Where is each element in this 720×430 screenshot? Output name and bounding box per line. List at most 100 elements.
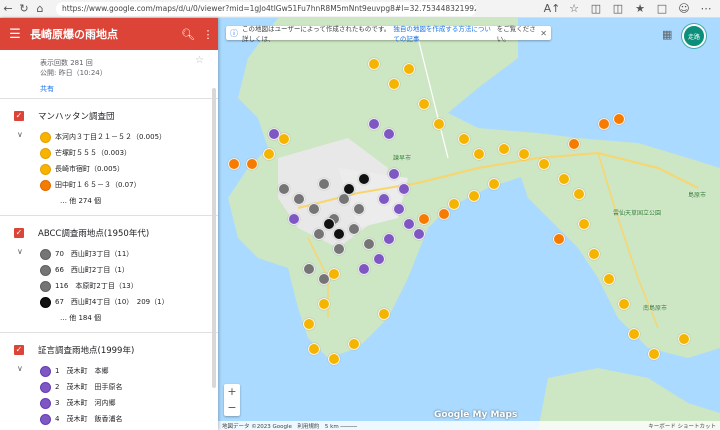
map-marker[interactable] bbox=[368, 58, 380, 70]
list-item[interactable]: 67 西山町4丁目（10） 209（1） bbox=[0, 294, 218, 310]
more-items-link[interactable]: … 他 274 個 bbox=[0, 193, 218, 209]
list-item[interactable]: ∨ 本河内３丁目２１－５２（0.005） bbox=[0, 129, 218, 145]
map-marker[interactable] bbox=[598, 118, 610, 130]
map-marker[interactable] bbox=[363, 238, 375, 250]
list-item[interactable]: 長崎市宿町（0.005） bbox=[0, 161, 218, 177]
list-item[interactable]: 66 西山町2丁目（1） bbox=[0, 262, 218, 278]
layer-checkbox[interactable]: ✓ bbox=[14, 345, 24, 355]
map-marker[interactable] bbox=[228, 158, 240, 170]
address-bar[interactable]: https://www.google.com/maps/d/u/0/viewer… bbox=[56, 1, 476, 16]
menu-icon[interactable]: ☰ bbox=[0, 27, 30, 42]
zoom-in-button[interactable]: + bbox=[224, 384, 240, 400]
extensions-icon[interactable]: ◫ bbox=[588, 1, 604, 17]
more-items-link[interactable]: … 他 184 個 bbox=[0, 310, 218, 326]
chevron-down-icon[interactable]: ∨ bbox=[17, 364, 23, 373]
map-marker[interactable] bbox=[613, 113, 625, 125]
map-marker[interactable] bbox=[413, 228, 425, 240]
map-marker[interactable] bbox=[268, 128, 280, 140]
layer-checkbox[interactable]: ✓ bbox=[14, 111, 24, 121]
map-marker[interactable] bbox=[358, 263, 370, 275]
map-canvas[interactable]: 雲仙天草国立公園 島原市 南島原市 諫早市 ⓘ この地図はユーザーによって作成さ… bbox=[218, 18, 720, 430]
map-marker[interactable] bbox=[448, 198, 460, 210]
map-marker[interactable] bbox=[518, 148, 530, 160]
map-marker[interactable] bbox=[403, 218, 415, 230]
map-marker[interactable] bbox=[603, 273, 615, 285]
map-marker[interactable] bbox=[473, 148, 485, 160]
map-marker[interactable] bbox=[278, 183, 290, 195]
keyboard-shortcuts-link[interactable]: キーボード ショートカット bbox=[648, 422, 720, 430]
map-marker[interactable] bbox=[538, 158, 550, 170]
map-marker[interactable] bbox=[388, 168, 400, 180]
map-marker[interactable] bbox=[246, 158, 258, 170]
list-item[interactable]: 芒塚町５５５（0.003） bbox=[0, 145, 218, 161]
chevron-down-icon[interactable]: ∨ bbox=[17, 247, 23, 256]
map-marker[interactable] bbox=[318, 273, 330, 285]
list-item[interactable]: 田中町１６５－３（0.07） bbox=[0, 177, 218, 193]
map-marker[interactable] bbox=[618, 298, 630, 310]
map-marker[interactable] bbox=[458, 133, 470, 145]
reload-icon[interactable]: ↻ bbox=[16, 1, 32, 17]
map-marker[interactable] bbox=[588, 248, 600, 260]
map-marker[interactable] bbox=[388, 78, 400, 90]
list-item[interactable]: 2 茂木町 田手原名 bbox=[0, 379, 218, 395]
map-marker[interactable] bbox=[308, 343, 320, 355]
map-marker[interactable] bbox=[398, 183, 410, 195]
map-marker[interactable] bbox=[358, 173, 370, 185]
map-marker[interactable] bbox=[303, 318, 315, 330]
map-marker[interactable] bbox=[553, 233, 565, 245]
layer-checkbox[interactable]: ✓ bbox=[14, 228, 24, 238]
help-link[interactable]: 独自の地図を作成する方法についての記事 bbox=[393, 23, 496, 43]
list-item[interactable]: 3 茂木町 河内郷 bbox=[0, 395, 218, 411]
map-marker[interactable] bbox=[558, 173, 570, 185]
map-marker[interactable] bbox=[368, 118, 380, 130]
map-marker[interactable] bbox=[308, 203, 320, 215]
more-menu-icon[interactable]: ⋯ bbox=[698, 1, 714, 17]
search-icon[interactable]: 🔍︎ bbox=[178, 28, 198, 41]
map-marker[interactable] bbox=[263, 148, 275, 160]
map-marker[interactable] bbox=[578, 218, 590, 230]
map-marker[interactable] bbox=[498, 143, 510, 155]
list-item[interactable]: 4 茂木町 飯香浦名 bbox=[0, 411, 218, 427]
map-marker[interactable] bbox=[393, 203, 405, 215]
collections-icon[interactable]: □ bbox=[654, 1, 670, 17]
map-marker[interactable] bbox=[348, 338, 360, 350]
map-marker[interactable] bbox=[418, 98, 430, 110]
list-item[interactable]: ∨ 1 茂木町 本郷 bbox=[0, 363, 218, 379]
chevron-down-icon[interactable]: ∨ bbox=[17, 130, 23, 139]
map-marker[interactable] bbox=[568, 138, 580, 150]
map-marker[interactable] bbox=[378, 193, 390, 205]
share-link[interactable]: 共有 bbox=[40, 84, 218, 94]
back-icon[interactable]: ← bbox=[0, 1, 16, 17]
list-item[interactable]: ∨ 70 西山町3丁目（11） bbox=[0, 246, 218, 262]
map-marker[interactable] bbox=[468, 190, 480, 202]
map-marker[interactable] bbox=[318, 178, 330, 190]
map-marker[interactable] bbox=[333, 228, 345, 240]
map-marker[interactable] bbox=[318, 298, 330, 310]
map-marker[interactable] bbox=[343, 183, 355, 195]
map-marker[interactable] bbox=[293, 193, 305, 205]
panel-scrollbar[interactable] bbox=[212, 88, 216, 388]
map-marker[interactable] bbox=[403, 63, 415, 75]
map-marker[interactable] bbox=[383, 128, 395, 140]
map-marker[interactable] bbox=[438, 208, 450, 220]
map-marker[interactable] bbox=[648, 348, 660, 360]
more-vert-icon[interactable]: ⋮ bbox=[198, 28, 218, 41]
home-icon[interactable]: ⌂ bbox=[32, 1, 48, 17]
map-marker[interactable] bbox=[573, 188, 585, 200]
map-marker[interactable] bbox=[378, 308, 390, 320]
map-marker[interactable] bbox=[323, 218, 335, 230]
split-screen-icon[interactable]: ◫ bbox=[610, 1, 626, 17]
close-icon[interactable]: ✕ bbox=[540, 29, 547, 38]
list-item[interactable]: 116 本原町2丁目（13） bbox=[0, 278, 218, 294]
read-aloud-icon[interactable]: A↑ bbox=[544, 1, 561, 17]
avatar[interactable]: 走路 bbox=[682, 24, 706, 48]
map-marker[interactable] bbox=[383, 233, 395, 245]
map-marker[interactable] bbox=[488, 178, 500, 190]
map-marker[interactable] bbox=[288, 213, 300, 225]
favorite-star-icon[interactable]: ☆ bbox=[566, 1, 582, 17]
map-marker[interactable] bbox=[373, 253, 385, 265]
map-marker[interactable] bbox=[353, 203, 365, 215]
map-marker[interactable] bbox=[418, 213, 430, 225]
map-marker[interactable] bbox=[313, 228, 325, 240]
favorites-icon[interactable]: ★ bbox=[632, 1, 648, 17]
